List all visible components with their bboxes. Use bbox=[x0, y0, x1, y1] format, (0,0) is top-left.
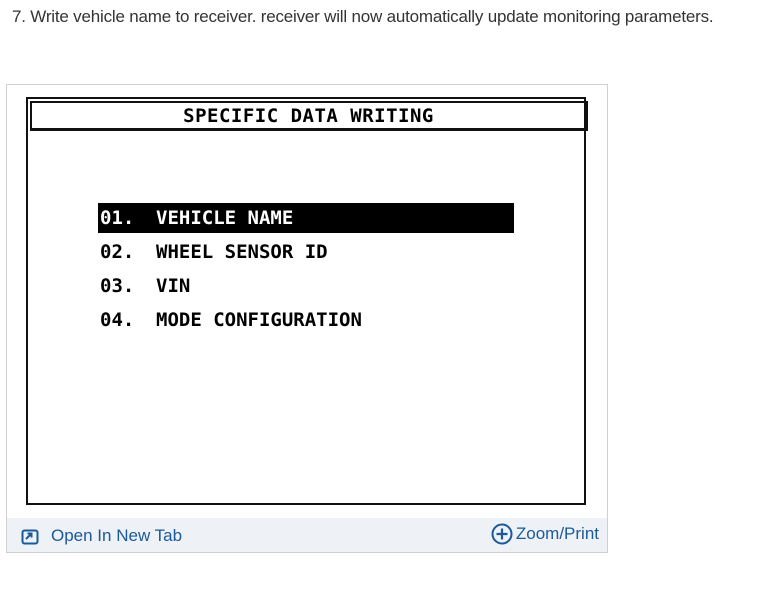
open-in-new-tab-icon bbox=[21, 529, 39, 545]
screen-title-bar: SPECIFIC DATA WRITING bbox=[30, 101, 588, 131]
figure-panel: SPECIFIC DATA WRITING 01. VEHICLE NAME 02… bbox=[6, 84, 608, 553]
menu-item-number: 01. bbox=[100, 207, 135, 229]
open-in-new-tab-label: Open In New Tab bbox=[51, 526, 183, 545]
menu-item-label: VIN bbox=[156, 275, 191, 297]
menu-item-vehicle-name[interactable]: 01. VEHICLE NAME bbox=[98, 203, 514, 233]
figure-footer: Open In New Tab Zoom/Print bbox=[7, 518, 607, 552]
zoom-print-label: Zoom/Print bbox=[515, 524, 599, 543]
step-instruction: 7. Write vehicle name to receiver. recei… bbox=[12, 7, 714, 26]
menu-item-label: VEHICLE NAME bbox=[156, 207, 294, 229]
zoom-plus-icon bbox=[491, 523, 513, 545]
menu-item-label: MODE CONFIGURATION bbox=[156, 309, 362, 331]
menu-item-number: 03. bbox=[100, 275, 135, 297]
menu-item-label: WHEEL SENSOR ID bbox=[156, 241, 328, 263]
open-in-new-tab-link[interactable]: Open In New Tab bbox=[21, 526, 182, 546]
screen-title: SPECIFIC DATA WRITING bbox=[183, 105, 434, 127]
zoom-print-link[interactable]: Zoom/Print bbox=[491, 523, 599, 545]
menu-item-wheel-sensor-id[interactable]: 02. WHEEL SENSOR ID bbox=[98, 237, 514, 267]
menu-item-vin[interactable]: 03. VIN bbox=[98, 271, 514, 301]
scan-tool-screen: SPECIFIC DATA WRITING 01. VEHICLE NAME 02… bbox=[26, 97, 588, 505]
menu-list: 01. VEHICLE NAME 02. WHEEL SENSOR ID 03. VI… bbox=[98, 203, 514, 339]
menu-item-mode-configuration[interactable]: 04. MODE CONFIGURATION bbox=[98, 305, 514, 335]
menu-item-number: 02. bbox=[100, 241, 135, 263]
menu-item-number: 04. bbox=[100, 309, 135, 331]
